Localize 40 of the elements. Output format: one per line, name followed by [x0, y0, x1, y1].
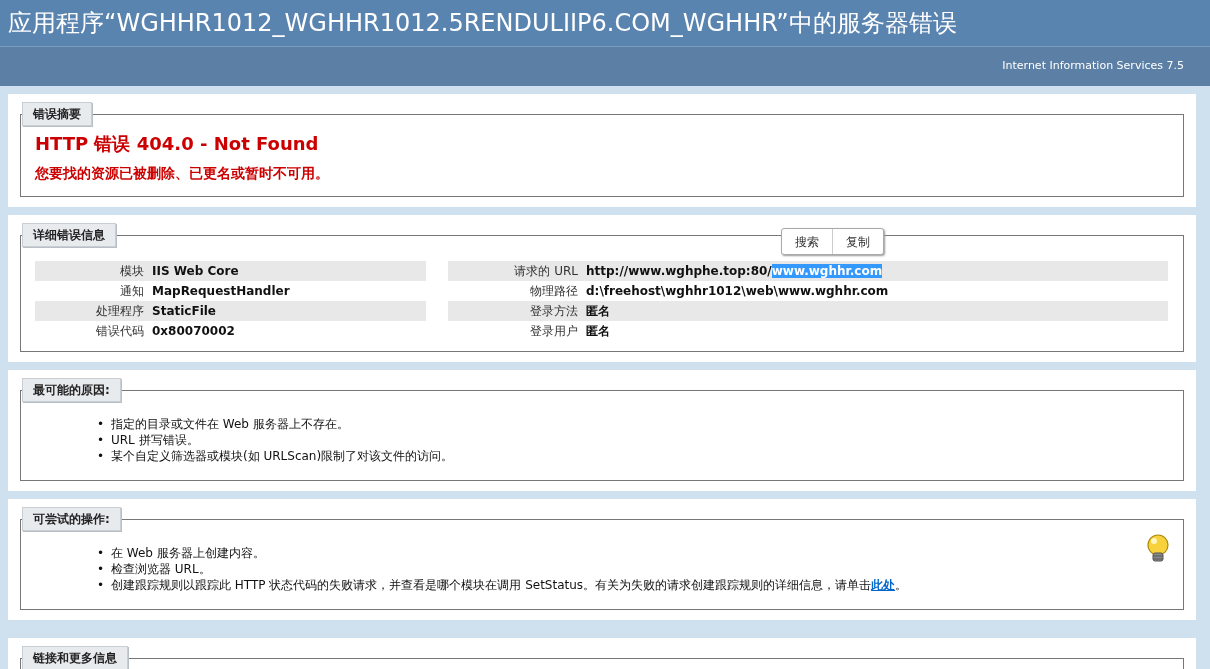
list-item: 在 Web 服务器上创建内容。 — [111, 545, 265, 561]
section-legend: 详细错误信息 — [22, 223, 116, 247]
bullet-marker: • — [97, 561, 106, 577]
field-value: 0x80070002 — [152, 323, 235, 340]
section-legend: 可尝试的操作: — [22, 507, 121, 531]
field-value: 匿名 — [586, 303, 610, 320]
list-item: 创建跟踪规则以跟踪此 HTTP 状态代码的失败请求，并查看是哪个模块在调用 SetStatus。有关为失败的请求创建跟踪规则的详细信息，请单击此处。 — [111, 577, 908, 593]
bullet-marker: • — [97, 545, 106, 561]
toolbar-button[interactable]: 搜索 — [782, 229, 832, 254]
list-item: URL 拼写错误。 — [111, 432, 199, 448]
field-value: MapRequestHandler — [152, 283, 290, 300]
lightbulb-icon — [1144, 533, 1172, 565]
list-item: 某个自定义筛选器或模块(如 URLScan)限制了对该文件的访问。 — [111, 448, 454, 464]
field-label: 登录方法 — [529, 303, 579, 320]
field-label: 模块 — [119, 263, 145, 280]
field-label: 登录用户 — [529, 323, 579, 340]
bullet-marker: • — [97, 577, 106, 593]
field-label: 物理路径 — [529, 283, 579, 300]
details-link[interactable]: 此处 — [871, 578, 896, 592]
toolbar-button[interactable]: 复制 — [832, 229, 883, 254]
list-item: 指定的目录或文件在 Web 服务器上不存在。 — [111, 416, 349, 432]
error-heading: HTTP 错误 404.0 - Not Found — [35, 132, 320, 156]
bullet-marker: • — [97, 432, 106, 448]
field-value: IIS Web Core — [152, 263, 239, 280]
field-value: StaticFile — [152, 303, 216, 320]
server-name: Internet Information Services 7.5 — [1002, 58, 1184, 75]
field-value: 匿名 — [586, 323, 610, 340]
page-title: 应用程序“WGHHR1012_WGHHR1012.5RENDULIIP6.COM_WGHHR”中的服务器错误 — [8, 8, 957, 39]
error-message: 您要找的资源已被删除、已更名或暂时不可用。 — [35, 164, 330, 183]
field-label: 通知 — [119, 283, 145, 300]
bullet-marker: • — [97, 416, 106, 432]
field-label: 处理程序 — [95, 303, 145, 320]
bullet-marker: • — [97, 448, 106, 464]
section-legend: 链接和更多信息 — [22, 646, 128, 669]
section-legend: 最可能的原因: — [22, 378, 121, 402]
field-label: 请求的 URL — [513, 263, 579, 280]
section-legend: 错误摘要 — [22, 102, 92, 126]
list-item: 检查浏览器 URL。 — [111, 561, 211, 577]
field-value: d:\freehost\wghhr1012\web\www.wghhr.com — [586, 283, 889, 300]
field-label: 错误代码 — [95, 323, 145, 340]
